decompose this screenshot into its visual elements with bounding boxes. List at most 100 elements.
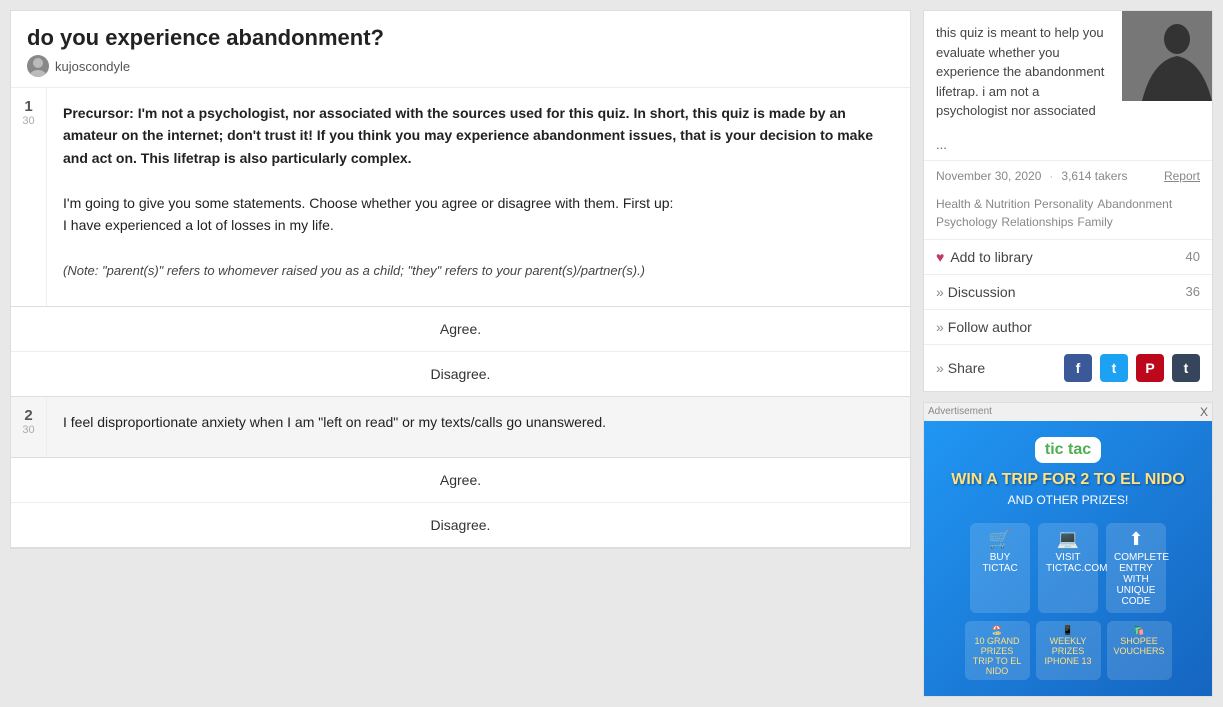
follow-author-label: Follow author: [948, 319, 1200, 335]
question-2-answers: Agree. Disagree.: [11, 458, 910, 548]
share-prefix: »: [936, 360, 944, 376]
question-1-text: Precursor: I'm not a psychologist, nor a…: [63, 102, 894, 282]
discussion-row[interactable]: » Discussion 36: [924, 275, 1212, 310]
q1-text-part1: Precursor: I'm not a psychologist, nor a…: [63, 105, 873, 166]
report-link[interactable]: Report: [1164, 169, 1200, 183]
tag-relationships[interactable]: Relationships: [1001, 215, 1073, 229]
ad-headline-text: WIN A TRIP FOR 2 TO EL NIDO: [951, 471, 1185, 488]
question-2-body: I feel disproportionate anxiety when I a…: [47, 397, 910, 457]
question-1-number: 1 30: [11, 88, 47, 306]
buy-label: BUY TICTAC: [978, 552, 1022, 574]
author-name: kujoscondyle: [55, 59, 130, 74]
discussion-prefix: »: [936, 284, 944, 300]
sidebar-description: this quiz is meant to help you evaluate …: [924, 11, 1122, 133]
q2-num: 2: [24, 407, 32, 424]
ad-label: Advertisement: [928, 406, 992, 417]
main-content: do you experience abandonment? kujoscond…: [10, 10, 911, 549]
q1-agree-button[interactable]: Agree.: [11, 307, 910, 352]
sidebar-actions: ♥ Add to library 40 » Discussion 36 » Fo…: [924, 239, 1212, 391]
q2-total: 30: [22, 424, 34, 436]
ad-prize-3[interactable]: ⬆ COMPLETE ENTRY WITH UNIQUE CODE: [1106, 523, 1166, 613]
sidebar-top: this quiz is meant to help you evaluate …: [924, 11, 1212, 133]
add-to-library-row[interactable]: ♥ Add to library 40: [924, 240, 1212, 275]
trip-label: TRIP TO EL NIDO: [971, 656, 1024, 676]
heart-icon: ♥: [936, 249, 944, 265]
tag-family[interactable]: Family: [1077, 215, 1112, 229]
share-icons: f t P t: [1064, 354, 1200, 382]
share-label: Share: [948, 360, 1056, 376]
add-to-library-count: 40: [1186, 249, 1200, 264]
sidebar-thumbnail: [1122, 11, 1212, 101]
ad-block: Advertisement X tic tac WIN A TRIP FOR 2…: [923, 402, 1213, 697]
ad-headline: WIN A TRIP FOR 2 TO EL NIDO: [951, 471, 1185, 489]
weekly-prizes: 📱 WEEKLY PRIZES IPHONE 13: [1036, 621, 1101, 680]
q1-text-part3: I have experienced a lot of losses in my…: [63, 217, 334, 233]
meta-date: November 30, 2020: [936, 169, 1041, 183]
thumbnail-image: [1122, 11, 1212, 101]
sidebar: this quiz is meant to help you evaluate …: [923, 10, 1213, 697]
question-1-body: Precursor: I'm not a psychologist, nor a…: [47, 88, 910, 306]
share-row: » Share f t P t: [924, 345, 1212, 391]
ad-content: tic tac WIN A TRIP FOR 2 TO EL NIDO AND …: [924, 421, 1212, 696]
twitter-share-button[interactable]: t: [1100, 354, 1128, 382]
facebook-share-button[interactable]: f: [1064, 354, 1092, 382]
meta-takers: 3,614 takers: [1061, 169, 1127, 183]
visit-icon: 💻: [1046, 529, 1090, 550]
weekly-prizes-label: WEEKLY PRIZES: [1042, 636, 1095, 656]
visit-label: VISIT TICTAC.COM: [1046, 552, 1090, 574]
tumblr-share-button[interactable]: t: [1172, 354, 1200, 382]
sidebar-info: this quiz is meant to help you evaluate …: [923, 10, 1213, 392]
shopee-label: SHOPEE VOUCHERS: [1113, 636, 1166, 656]
ad-logo-text: tic: [1045, 441, 1068, 458]
q1-disagree-button[interactable]: Disagree.: [11, 352, 910, 396]
ad-close-button[interactable]: X: [1200, 405, 1208, 419]
question-1-answers: Agree. Disagree.: [11, 307, 910, 397]
question-2-number: 2 30: [11, 397, 47, 457]
question-1-block: 1 30 Precursor: I'm not a psychologist, …: [11, 88, 910, 307]
pinterest-share-button[interactable]: P: [1136, 354, 1164, 382]
ad-header: Advertisement X: [924, 403, 1212, 421]
q2-agree-button[interactable]: Agree.: [11, 458, 910, 503]
ad-footer: 🏖️ 10 GRAND PRIZES TRIP TO EL NIDO 📱 WEE…: [965, 621, 1172, 680]
sidebar-tags: Health & Nutrition Personality Abandonme…: [924, 191, 1212, 239]
meta-dot: ·: [1049, 169, 1053, 183]
shopee-prizes: 🛍️ SHOPEE VOUCHERS: [1107, 621, 1172, 680]
ad-prize-2[interactable]: 💻 VISIT TICTAC.COM: [1038, 523, 1098, 613]
question-2-text: I feel disproportionate anxiety when I a…: [63, 411, 894, 433]
buy-icon: 🛒: [978, 529, 1022, 550]
follow-author-row[interactable]: » Follow author: [924, 310, 1212, 345]
tag-abandonment[interactable]: Abandonment: [1097, 197, 1172, 211]
ad-logo-tac: tac: [1068, 441, 1091, 458]
quiz-title: do you experience abandonment?: [27, 25, 894, 51]
ad-prize-1[interactable]: 🛒 BUY TICTAC: [970, 523, 1030, 613]
page-wrapper: do you experience abandonment? kujoscond…: [0, 0, 1223, 707]
complete-label: COMPLETE ENTRY WITH UNIQUE CODE: [1114, 552, 1158, 607]
tag-health[interactable]: Health & Nutrition: [936, 197, 1030, 211]
q1-num: 1: [24, 98, 32, 115]
question-2-block: 2 30 I feel disproportionate anxiety whe…: [11, 397, 910, 458]
quiz-author: kujoscondyle: [27, 55, 894, 77]
q1-text-part2: I'm going to give you some statements. C…: [63, 195, 673, 211]
sidebar-meta: November 30, 2020 · 3,614 takers Report: [924, 160, 1212, 191]
ad-subhead: AND OTHER PRIZES!: [1008, 493, 1129, 507]
q2-disagree-button[interactable]: Disagree.: [11, 503, 910, 547]
q1-total: 30: [22, 115, 34, 127]
ad-prizes: 🛒 BUY TICTAC 💻 VISIT TICTAC.COM ⬆ COMPLE…: [970, 523, 1166, 613]
add-to-library-label: Add to library: [950, 249, 1181, 265]
ad-logo: tic tac: [1035, 437, 1101, 463]
discussion-count: 36: [1186, 284, 1200, 299]
grand-prizes-label: 10 GRAND PRIZES: [971, 636, 1024, 656]
q1-note: (Note: "parent(s)" refers to whomever ra…: [63, 263, 645, 278]
more-label: ...: [936, 137, 947, 152]
tag-personality[interactable]: Personality: [1034, 197, 1093, 211]
grand-prizes: 🏖️ 10 GRAND PRIZES TRIP TO EL NIDO: [965, 621, 1030, 680]
quiz-header: do you experience abandonment? kujoscond…: [11, 11, 910, 88]
author-avatar: [27, 55, 49, 77]
sidebar-more: ...: [924, 133, 1212, 160]
sidebar-desc-text: this quiz is meant to help you evaluate …: [936, 25, 1104, 118]
discussion-label: Discussion: [948, 284, 1182, 300]
complete-icon: ⬆: [1114, 529, 1158, 550]
follow-prefix: »: [936, 319, 944, 335]
tag-psychology[interactable]: Psychology: [936, 215, 997, 229]
iphone-label: IPHONE 13: [1042, 656, 1095, 666]
